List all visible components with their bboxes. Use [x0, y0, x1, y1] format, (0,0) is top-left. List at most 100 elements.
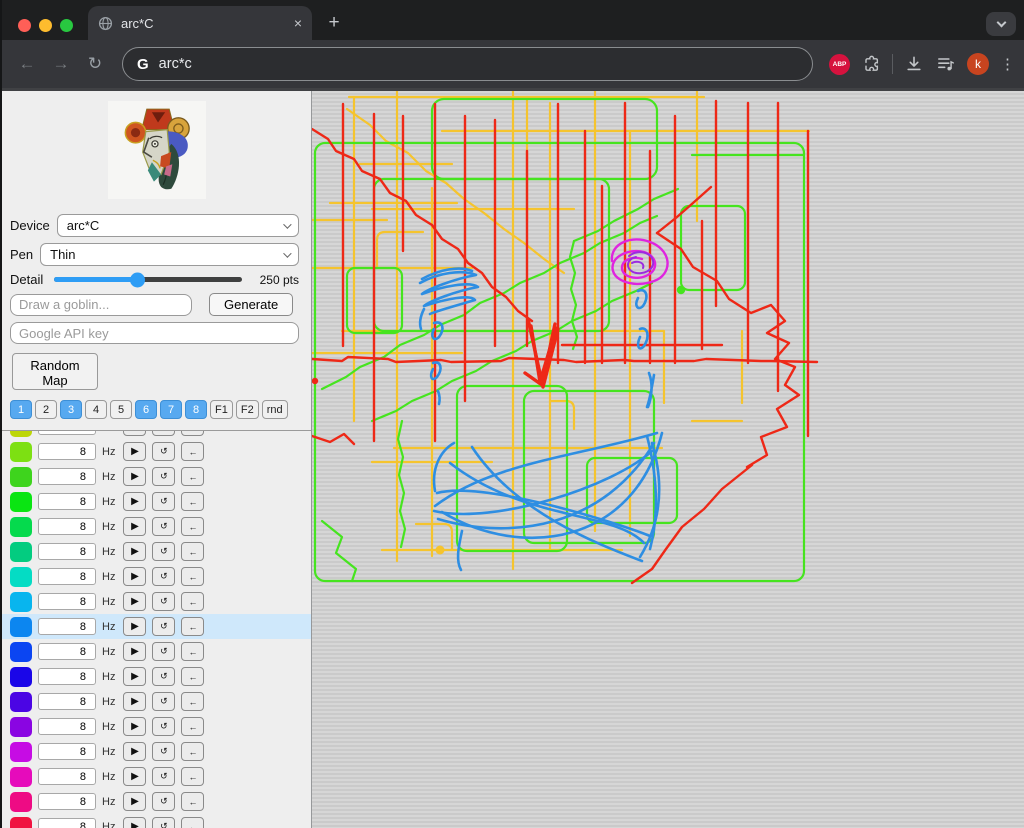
- device-select[interactable]: arc*C: [57, 214, 299, 237]
- generate-button[interactable]: Generate: [209, 293, 293, 316]
- channel-loop-button[interactable]: ↺: [152, 517, 175, 536]
- channel-color-swatch[interactable]: [10, 430, 32, 437]
- channel-loop-button[interactable]: ↺: [152, 792, 175, 811]
- mode-button[interactable]: 1: [10, 400, 32, 419]
- channel-play-button[interactable]: ▶: [123, 592, 146, 611]
- channel-hz-input[interactable]: [38, 518, 96, 535]
- random-map-button[interactable]: Random Map: [12, 353, 98, 390]
- channel-back-button[interactable]: ←: [181, 442, 204, 461]
- channel-back-button[interactable]: ←: [181, 717, 204, 736]
- adblock-extension-icon[interactable]: ABP: [829, 54, 850, 75]
- channel-loop-button[interactable]: ↺: [152, 567, 175, 586]
- channel-back-button[interactable]: ←: [181, 492, 204, 511]
- channel-hz-input[interactable]: [38, 793, 96, 810]
- address-bar[interactable]: G arc*c: [122, 47, 813, 81]
- slider-thumb[interactable]: [130, 272, 145, 287]
- channel-color-swatch[interactable]: [10, 817, 32, 828]
- channel-color-swatch[interactable]: [10, 542, 32, 562]
- channel-back-button[interactable]: ←: [181, 692, 204, 711]
- channel-hz-input[interactable]: [38, 668, 96, 685]
- close-window-button[interactable]: [18, 19, 31, 32]
- mode-button[interactable]: F1: [210, 400, 233, 419]
- maximize-window-button[interactable]: [60, 19, 73, 32]
- channel-color-swatch[interactable]: [10, 642, 32, 662]
- channel-color-swatch[interactable]: [10, 667, 32, 687]
- channel-hz-input[interactable]: [38, 443, 96, 460]
- channel-color-swatch[interactable]: [10, 492, 32, 512]
- channel-loop-button[interactable]: ↺: [152, 592, 175, 611]
- channel-play-button[interactable]: ▶: [123, 517, 146, 536]
- channel-play-button[interactable]: ▶: [123, 767, 146, 786]
- back-button[interactable]: ←: [12, 49, 42, 79]
- detail-slider[interactable]: [54, 277, 242, 282]
- mode-button[interactable]: 2: [35, 400, 57, 419]
- channel-back-button[interactable]: ←: [181, 742, 204, 761]
- channel-back-button[interactable]: ←: [181, 430, 204, 436]
- channel-color-swatch[interactable]: [10, 692, 32, 712]
- mode-button[interactable]: 5: [110, 400, 132, 419]
- channel-loop-button[interactable]: ↺: [152, 542, 175, 561]
- active-tab[interactable]: arc*C ×: [88, 6, 312, 40]
- channel-hz-input[interactable]: [38, 430, 96, 435]
- channel-color-swatch[interactable]: [10, 592, 32, 612]
- channel-hz-input[interactable]: [38, 768, 96, 785]
- channel-loop-button[interactable]: ↺: [152, 430, 175, 436]
- channel-color-swatch[interactable]: [10, 442, 32, 462]
- channel-play-button[interactable]: ▶: [123, 567, 146, 586]
- profile-avatar[interactable]: k: [967, 53, 989, 75]
- channel-play-button[interactable]: ▶: [123, 542, 146, 561]
- channel-hz-input[interactable]: [38, 618, 96, 635]
- channel-play-button[interactable]: ▶: [123, 467, 146, 486]
- channel-loop-button[interactable]: ↺: [152, 667, 175, 686]
- plot-canvas[interactable]: [312, 91, 1024, 828]
- browser-menu-icon[interactable]: ⋮: [1000, 55, 1012, 73]
- mode-button[interactable]: rnd: [262, 400, 288, 419]
- reload-button[interactable]: ↻: [80, 49, 110, 79]
- new-tab-button[interactable]: +: [320, 9, 348, 37]
- api-key-input[interactable]: [10, 322, 299, 344]
- channel-hz-input[interactable]: [38, 593, 96, 610]
- channel-loop-button[interactable]: ↺: [152, 617, 175, 636]
- channel-loop-button[interactable]: ↺: [152, 692, 175, 711]
- channel-color-swatch[interactable]: [10, 517, 32, 537]
- channel-play-button[interactable]: ▶: [123, 442, 146, 461]
- mode-button[interactable]: 6: [135, 400, 157, 419]
- channel-hz-input[interactable]: [38, 543, 96, 560]
- channel-loop-button[interactable]: ↺: [152, 442, 175, 461]
- tab-search-button[interactable]: [986, 12, 1016, 36]
- download-icon[interactable]: [904, 54, 924, 74]
- channel-hz-input[interactable]: [38, 818, 96, 828]
- channel-play-button[interactable]: ▶: [123, 817, 146, 828]
- channel-hz-input[interactable]: [38, 568, 96, 585]
- mode-button[interactable]: 3: [60, 400, 82, 419]
- mode-button[interactable]: 8: [185, 400, 207, 419]
- channel-loop-button[interactable]: ↺: [152, 642, 175, 661]
- channel-play-button[interactable]: ▶: [123, 792, 146, 811]
- channel-back-button[interactable]: ←: [181, 667, 204, 686]
- channel-play-button[interactable]: ▶: [123, 492, 146, 511]
- channel-hz-input[interactable]: [38, 643, 96, 660]
- channel-color-swatch[interactable]: [10, 617, 32, 637]
- channel-loop-button[interactable]: ↺: [152, 742, 175, 761]
- channel-loop-button[interactable]: ↺: [152, 467, 175, 486]
- channel-hz-input[interactable]: [38, 693, 96, 710]
- channel-back-button[interactable]: ←: [181, 467, 204, 486]
- media-controls-icon[interactable]: [935, 54, 956, 74]
- mode-button[interactable]: 4: [85, 400, 107, 419]
- channel-back-button[interactable]: ←: [181, 542, 204, 561]
- channel-back-button[interactable]: ←: [181, 817, 204, 828]
- channel-loop-button[interactable]: ↺: [152, 767, 175, 786]
- channel-back-button[interactable]: ←: [181, 517, 204, 536]
- channel-loop-button[interactable]: ↺: [152, 717, 175, 736]
- mode-button[interactable]: 7: [160, 400, 182, 419]
- forward-button[interactable]: →: [46, 49, 76, 79]
- channel-hz-input[interactable]: [38, 718, 96, 735]
- channel-color-swatch[interactable]: [10, 567, 32, 587]
- channel-play-button[interactable]: ▶: [123, 667, 146, 686]
- channel-back-button[interactable]: ←: [181, 642, 204, 661]
- channel-color-swatch[interactable]: [10, 742, 32, 762]
- channel-back-button[interactable]: ←: [181, 792, 204, 811]
- mode-button[interactable]: F2: [236, 400, 259, 419]
- channel-play-button[interactable]: ▶: [123, 642, 146, 661]
- channel-back-button[interactable]: ←: [181, 767, 204, 786]
